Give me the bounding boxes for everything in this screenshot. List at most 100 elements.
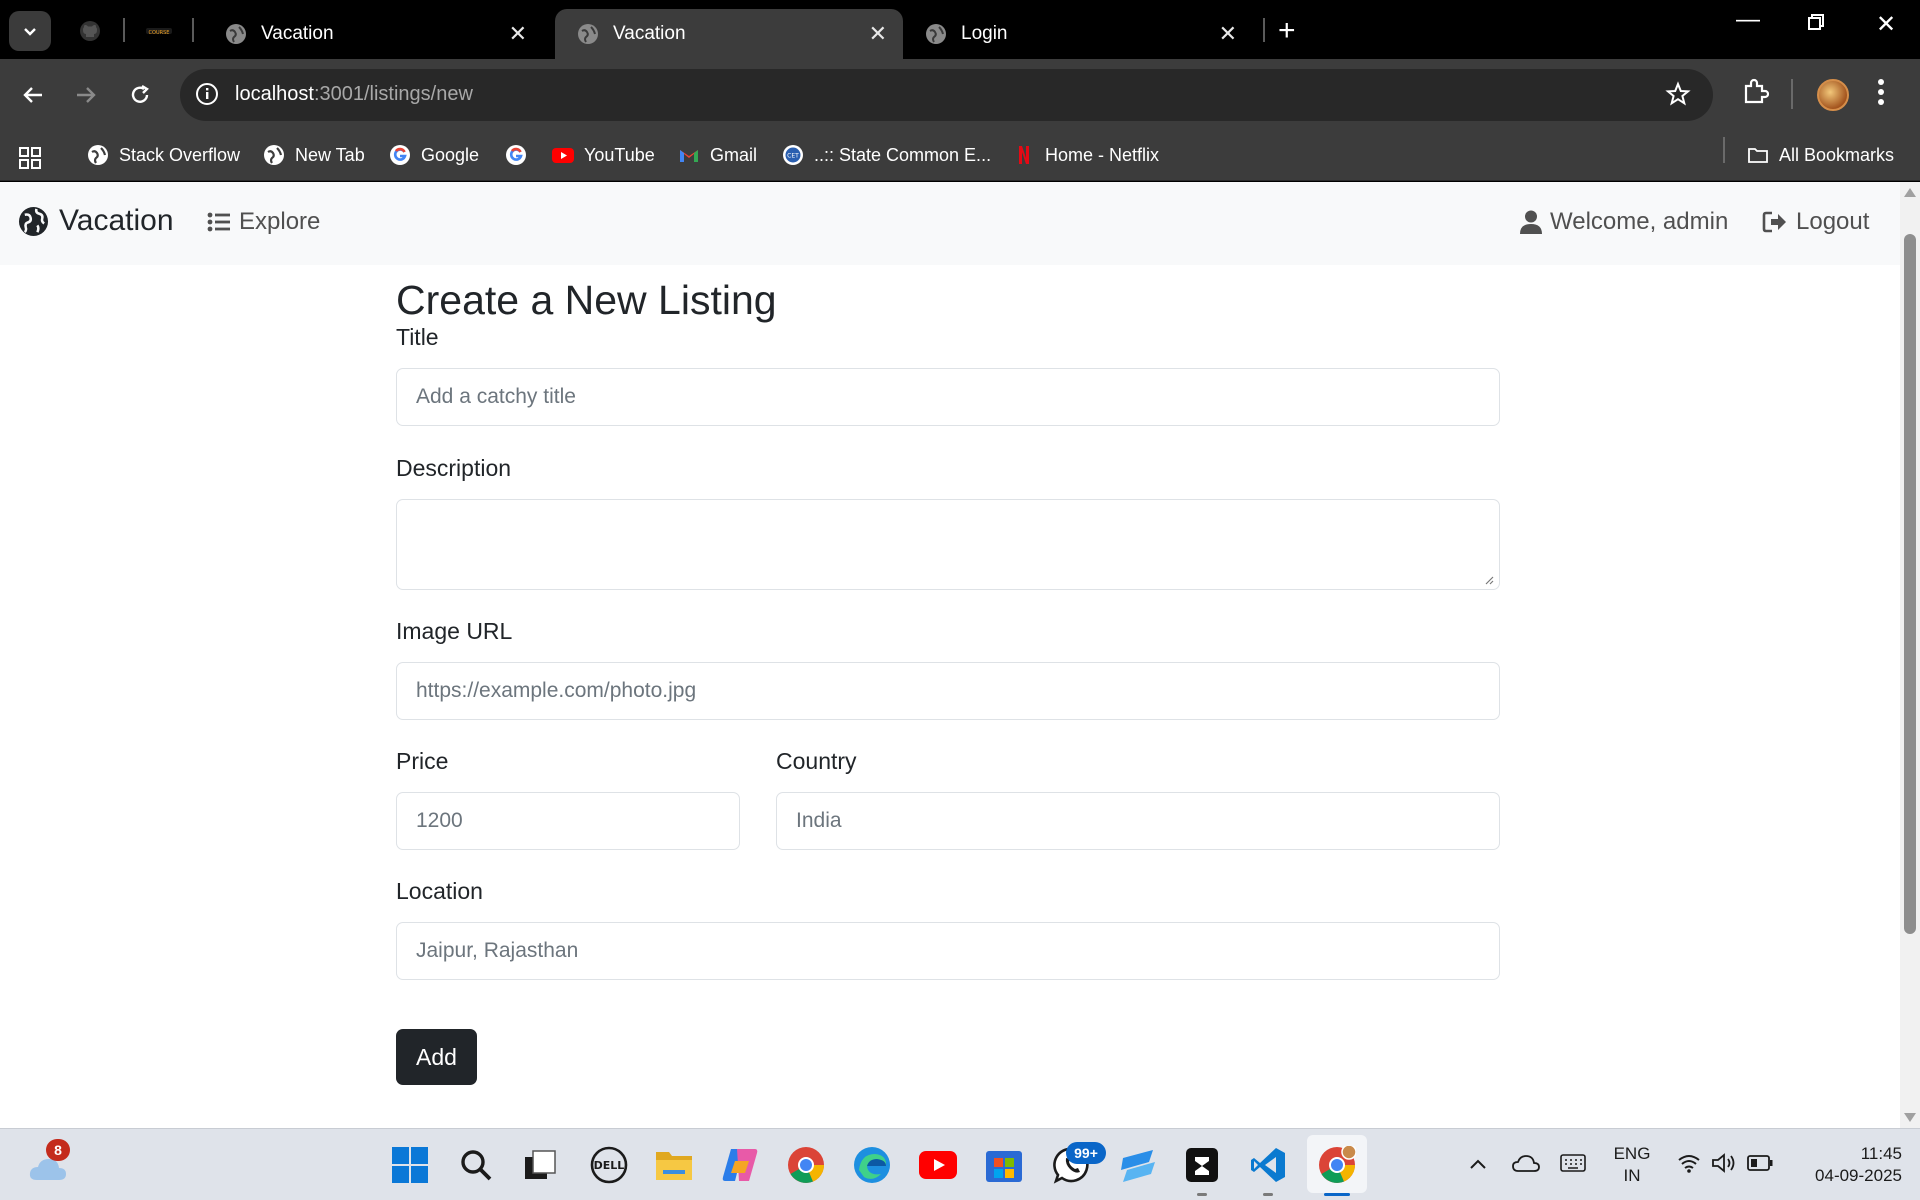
vscode-app[interactable] — [1248, 1145, 1288, 1185]
new-tab-plus-icon[interactable]: + — [1278, 14, 1296, 48]
app-navbar: Vacation Explore Welcome, admin Logout — [0, 182, 1900, 265]
scroll-thumb[interactable] — [1904, 234, 1916, 934]
country-input[interactable] — [776, 792, 1500, 850]
windows-logo-icon — [392, 1147, 428, 1183]
gmail-icon — [680, 150, 698, 162]
all-bookmarks-button[interactable]: All Bookmarks — [1747, 144, 1894, 166]
location-input[interactable] — [396, 922, 1500, 980]
task-view-button[interactable] — [520, 1145, 560, 1185]
close-icon[interactable]: ✕ — [509, 21, 527, 47]
youtube-app[interactable] — [918, 1145, 958, 1185]
price-input[interactable] — [396, 792, 740, 850]
bookmark-star-icon[interactable] — [1665, 81, 1691, 107]
location-label: Location — [396, 878, 483, 904]
weather-badge: 8 — [46, 1139, 70, 1161]
page-title: Create a New Listing — [396, 277, 777, 323]
bookmark-google-2[interactable] — [505, 144, 537, 166]
bookmark-netflix[interactable]: Home - Netflix — [1013, 144, 1159, 166]
brand-link[interactable]: Vacation — [18, 204, 174, 238]
window-close-icon[interactable]: ✕ — [1868, 10, 1904, 39]
edge-app[interactable] — [852, 1145, 892, 1185]
whatsapp-badge: 99+ — [1066, 1142, 1106, 1164]
reload-icon — [131, 84, 149, 103]
address-bar[interactable]: localhost:3001/listings/new — [180, 69, 1713, 121]
profile-avatar[interactable] — [1817, 79, 1849, 111]
clock[interactable]: 11:45 04-09-2025 — [1788, 1143, 1902, 1187]
add-button[interactable]: Add — [396, 1029, 477, 1085]
site-info-icon[interactable] — [194, 81, 220, 107]
bookmark-google[interactable]: Google — [389, 144, 479, 166]
back-button[interactable] — [15, 77, 51, 113]
netflix-icon — [1019, 146, 1029, 164]
minimize-icon[interactable]: — — [1730, 6, 1766, 34]
bookmark-new-tab[interactable]: New Tab — [263, 144, 365, 166]
globe-icon — [226, 24, 246, 44]
folder-icon — [656, 1152, 692, 1180]
logout-link[interactable]: Logout — [1762, 208, 1869, 236]
keyboard-icon[interactable] — [1560, 1153, 1586, 1173]
url-text: localhost:3001/listings/new — [235, 83, 473, 105]
globe-icon — [578, 24, 598, 44]
chrome-icon — [788, 1147, 824, 1183]
language-indicator[interactable]: ENG IN — [1608, 1143, 1656, 1187]
chevron-up-icon[interactable] — [1469, 1157, 1487, 1171]
bookmark-state-cet[interactable]: CET ..:: State Common E... — [782, 144, 991, 166]
reload-button[interactable] — [122, 77, 158, 113]
bookmark-gmail[interactable]: Gmail — [678, 144, 757, 166]
tab-vacation-2[interactable]: Vacation ✕ — [555, 9, 903, 59]
more-vertical-icon[interactable] — [1876, 77, 1886, 107]
volume-icon[interactable] — [1711, 1152, 1737, 1174]
image-url-input[interactable] — [396, 662, 1500, 720]
pinned-tab-github[interactable] — [75, 16, 105, 46]
explore-link[interactable]: Explore — [207, 208, 320, 236]
pinned-tab-coursera[interactable]: COURSE — [144, 16, 174, 46]
resize-grip-icon[interactable] — [1484, 575, 1494, 585]
store-app[interactable] — [984, 1145, 1024, 1185]
apps-grid-icon[interactable] — [18, 146, 42, 170]
globe-icon — [926, 24, 946, 44]
terminal-app[interactable] — [1182, 1145, 1222, 1185]
close-icon[interactable]: ✕ — [869, 21, 887, 47]
copilot-app[interactable] — [720, 1145, 760, 1185]
terminal-app-icon — [1186, 1148, 1218, 1182]
page-scrollbar[interactable] — [1900, 182, 1920, 1128]
svg-text:COURSE: COURSE — [149, 30, 170, 36]
search-button[interactable] — [456, 1145, 496, 1185]
price-label: Price — [396, 748, 449, 774]
copilot-icon — [722, 1149, 758, 1181]
chrome-app-2[interactable] — [1317, 1145, 1357, 1185]
bookmark-youtube[interactable]: YouTube — [552, 144, 655, 166]
browser-tab-strip: COURSE Vacation ✕ Vacation ✕ Login ✕ + —… — [0, 0, 1920, 59]
snipping-app[interactable] — [1118, 1145, 1158, 1185]
youtube-icon — [552, 148, 574, 163]
dell-app[interactable]: DELL — [589, 1145, 629, 1185]
tab-title: Login — [961, 23, 1008, 44]
start-button[interactable] — [390, 1145, 430, 1185]
bookmark-stack-overflow[interactable]: Stack Overflow — [87, 144, 240, 166]
arrow-right-icon — [77, 87, 96, 103]
country-label: Country — [776, 748, 857, 774]
tab-search-button[interactable] — [9, 11, 51, 51]
youtube-icon — [919, 1151, 957, 1179]
chrome-app-1[interactable] — [786, 1145, 826, 1185]
task-view-icon — [525, 1150, 556, 1179]
user-icon — [1520, 210, 1542, 234]
tab-login[interactable]: Login ✕ — [903, 9, 1253, 59]
tab-vacation-1[interactable]: Vacation ✕ — [203, 9, 543, 59]
pinned-site-icon: COURSE — [146, 28, 172, 36]
battery-icon[interactable] — [1747, 1154, 1773, 1172]
tab-title: Vacation — [261, 23, 334, 44]
onedrive-icon[interactable] — [1512, 1153, 1540, 1173]
bookmarks-divider — [1723, 137, 1725, 163]
restore-icon[interactable] — [1798, 10, 1834, 38]
file-explorer-app[interactable] — [654, 1145, 694, 1185]
forward-button[interactable] — [68, 77, 104, 113]
extensions-icon[interactable] — [1741, 77, 1769, 105]
title-input[interactable] — [396, 368, 1500, 426]
scroll-up-arrow-icon[interactable] — [1904, 188, 1916, 197]
description-textarea[interactable] — [396, 499, 1500, 590]
wifi-icon[interactable] — [1677, 1153, 1701, 1173]
scroll-down-arrow-icon[interactable] — [1904, 1113, 1916, 1122]
image-url-label: Image URL — [396, 618, 513, 644]
close-icon[interactable]: ✕ — [1219, 21, 1237, 47]
